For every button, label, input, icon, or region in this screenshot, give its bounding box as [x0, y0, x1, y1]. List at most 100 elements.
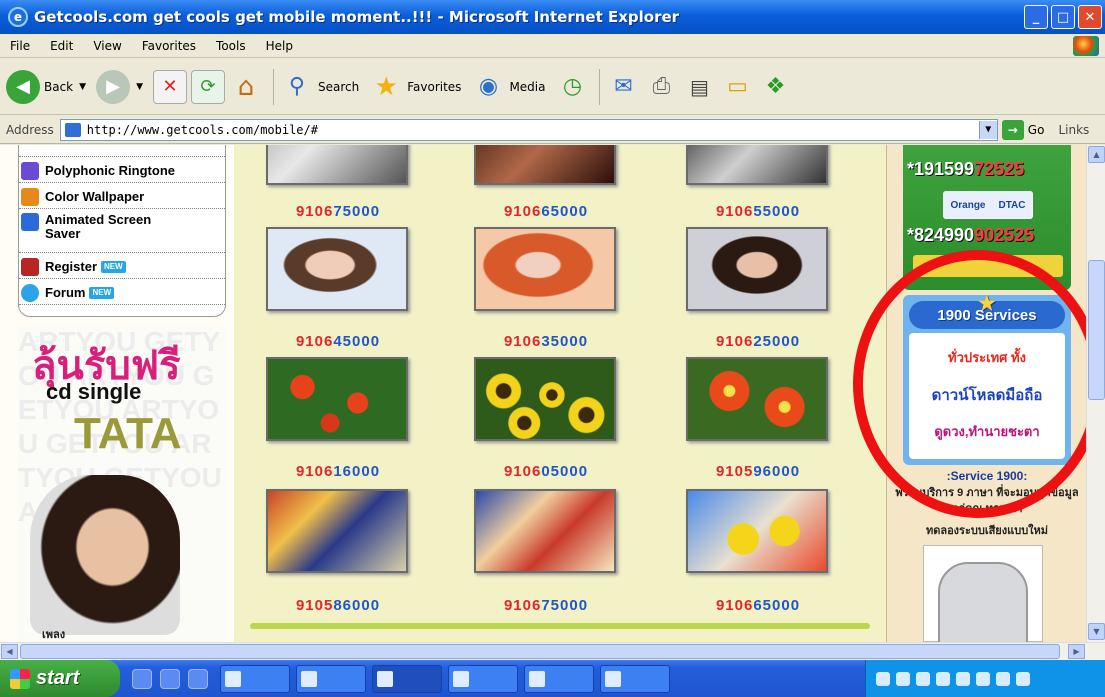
home-icon[interactable]: ⌂ — [229, 70, 263, 104]
taskbar-window-button[interactable] — [600, 664, 670, 693]
back-button[interactable]: ◀ Back ▼ — [6, 69, 86, 104]
wallpaper-code: 910616000 — [295, 463, 381, 480]
tray-icon[interactable] — [956, 671, 970, 686]
wallpaper-code: 910665000 — [503, 203, 589, 220]
ie-quicklaunch-icon[interactable] — [132, 668, 152, 689]
wallpaper-thumbnail[interactable] — [266, 145, 408, 185]
close-button[interactable]: ✕ — [1078, 5, 1102, 29]
window-icon — [453, 670, 469, 687]
media-quicklaunch-icon[interactable] — [188, 668, 208, 689]
sidebar-item-animated-screen-saver[interactable]: Animated Screen Saver — [19, 211, 225, 253]
window-icon — [301, 670, 317, 687]
address-label: Address — [6, 122, 54, 137]
tray-icon[interactable] — [896, 671, 910, 686]
window-icon — [225, 670, 241, 687]
menu-favorites[interactable]: Favorites — [132, 39, 206, 53]
menu-edit[interactable]: Edit — [40, 39, 83, 53]
sidebar-item-forum[interactable]: Forum NEW — [19, 281, 225, 305]
forward-button[interactable]: ▶ ▼ — [96, 69, 143, 104]
wallpaper-thumbnail[interactable] — [474, 489, 616, 573]
refresh-icon[interactable]: ⟳ — [190, 69, 225, 104]
taskbar-window-button[interactable] — [296, 664, 366, 693]
vertical-scroll-thumb[interactable] — [1088, 260, 1105, 400]
address-bar: Address http://www.getcools.com/mobile/#… — [0, 116, 1105, 144]
tray-icon[interactable] — [876, 671, 890, 686]
tray-icon[interactable] — [1016, 671, 1030, 686]
scroll-right-icon[interactable]: ▶ — [1068, 644, 1085, 659]
wallpaper-thumbnail[interactable] — [266, 227, 408, 311]
wallpaper-thumbnail[interactable] — [474, 227, 616, 311]
wallpaper-thumbnail[interactable] — [686, 489, 828, 573]
go-arrow-icon: → — [1001, 119, 1024, 140]
wallpaper-code: 910586000 — [295, 597, 381, 614]
taskbar-window-button[interactable] — [524, 664, 594, 693]
wallpaper-code: 910665000 — [715, 597, 801, 614]
wallpaper-thumbnail[interactable] — [474, 357, 616, 441]
sidebar-item-polyphonic-ringtone[interactable]: Polyphonic Ringtone — [19, 159, 225, 183]
horizontal-scrollbar[interactable]: ◀ ▶ — [0, 642, 1105, 660]
menu-help[interactable]: Help — [256, 39, 303, 53]
ie-logo-icon: e — [8, 7, 28, 27]
sidebar-item-partial[interactable] — [19, 145, 225, 157]
tray-icon[interactable] — [936, 671, 950, 686]
edit-icon[interactable]: ▤ — [682, 70, 716, 104]
maximize-button[interactable]: □ — [1051, 5, 1075, 29]
wallpaper-thumbnail[interactable] — [686, 357, 828, 441]
tray-icon[interactable] — [976, 671, 990, 686]
horizontal-scroll-thumb[interactable] — [20, 644, 1060, 659]
menu-file[interactable]: File — [0, 39, 40, 53]
wallpaper-thumbnail[interactable] — [686, 145, 828, 185]
tray-icon[interactable] — [996, 671, 1010, 686]
promo-photo — [30, 475, 180, 635]
scroll-up-icon[interactable]: ▲ — [1088, 146, 1105, 163]
messenger-icon[interactable]: ▭ — [720, 70, 754, 104]
favorites-button[interactable]: ★ Favorites — [369, 70, 462, 104]
search-button[interactable]: ⚲ Search — [280, 70, 359, 104]
chevron-down-icon[interactable]: ▼ — [79, 82, 86, 92]
tray-icon[interactable] — [916, 671, 930, 686]
wallpaper-thumbnail[interactable] — [474, 145, 616, 185]
taskbar-window-button[interactable] — [448, 664, 518, 693]
mail-icon[interactable]: ✉ — [606, 70, 640, 104]
vertical-scrollbar[interactable]: ▲ ▼ — [1086, 145, 1105, 642]
links-button[interactable]: Links — [1058, 123, 1089, 137]
promo-subtitle: cd single — [46, 379, 142, 404]
wallpaper-thumbnail[interactable] — [266, 489, 408, 573]
phone-number-1[interactable]: *19159972525 — [907, 159, 1024, 180]
wallpaper-thumbnail[interactable] — [686, 227, 828, 311]
start-button[interactable]: start — [0, 660, 120, 697]
address-dropdown-icon[interactable]: ▼ — [978, 120, 997, 139]
sidebar-item-color-wallpaper[interactable]: Color Wallpaper — [19, 185, 225, 209]
phone-image[interactable] — [923, 545, 1043, 642]
search-label: Search — [317, 79, 360, 94]
window-icon — [377, 670, 393, 687]
taskbar-window-button-active[interactable] — [372, 664, 442, 693]
sidebar-item-register[interactable]: Register NEW — [19, 255, 225, 279]
minimize-button[interactable]: _ — [1024, 5, 1048, 29]
wallpaper-code: 910596000 — [715, 463, 801, 480]
menu-view[interactable]: View — [83, 39, 131, 53]
print-icon[interactable]: ⎙ — [644, 70, 678, 104]
menu-tools[interactable]: Tools — [206, 39, 256, 53]
stop-icon[interactable]: ✕ — [152, 69, 187, 104]
ringtone-icon — [21, 161, 39, 180]
scroll-down-icon[interactable]: ▼ — [1088, 623, 1105, 640]
title-bar: e Getcools.com get cools get mobile mome… — [0, 0, 1105, 34]
research-icon[interactable]: ❖ — [758, 70, 792, 104]
wallpaper-thumbnail[interactable] — [266, 357, 408, 441]
media-icon: ◉ — [478, 74, 499, 99]
address-input[interactable]: http://www.getcools.com/mobile/# ▼ — [59, 118, 998, 141]
desktop-quicklaunch-icon[interactable] — [160, 668, 180, 689]
back-label: Back — [44, 79, 74, 94]
chevron-down-icon[interactable]: ▼ — [136, 82, 143, 92]
dtac-logo: DTAC — [998, 199, 1026, 211]
history-icon[interactable]: ◷ — [555, 70, 589, 104]
media-button[interactable]: ◉ Media — [471, 70, 546, 104]
phone-number-2[interactable]: *824990902525 — [907, 225, 1034, 246]
menu-bar: File Edit View Favorites Tools Help — [0, 34, 1105, 58]
promo-banner[interactable]: ARTYOU GETYOU ARTYOU GETYOU ARTYOU GETYO… — [18, 325, 226, 642]
scroll-left-icon[interactable]: ◀ — [1, 644, 18, 659]
promo-artist: TATA — [74, 409, 182, 458]
go-button[interactable]: → Go — [1001, 119, 1044, 140]
taskbar-window-button[interactable] — [220, 664, 290, 693]
